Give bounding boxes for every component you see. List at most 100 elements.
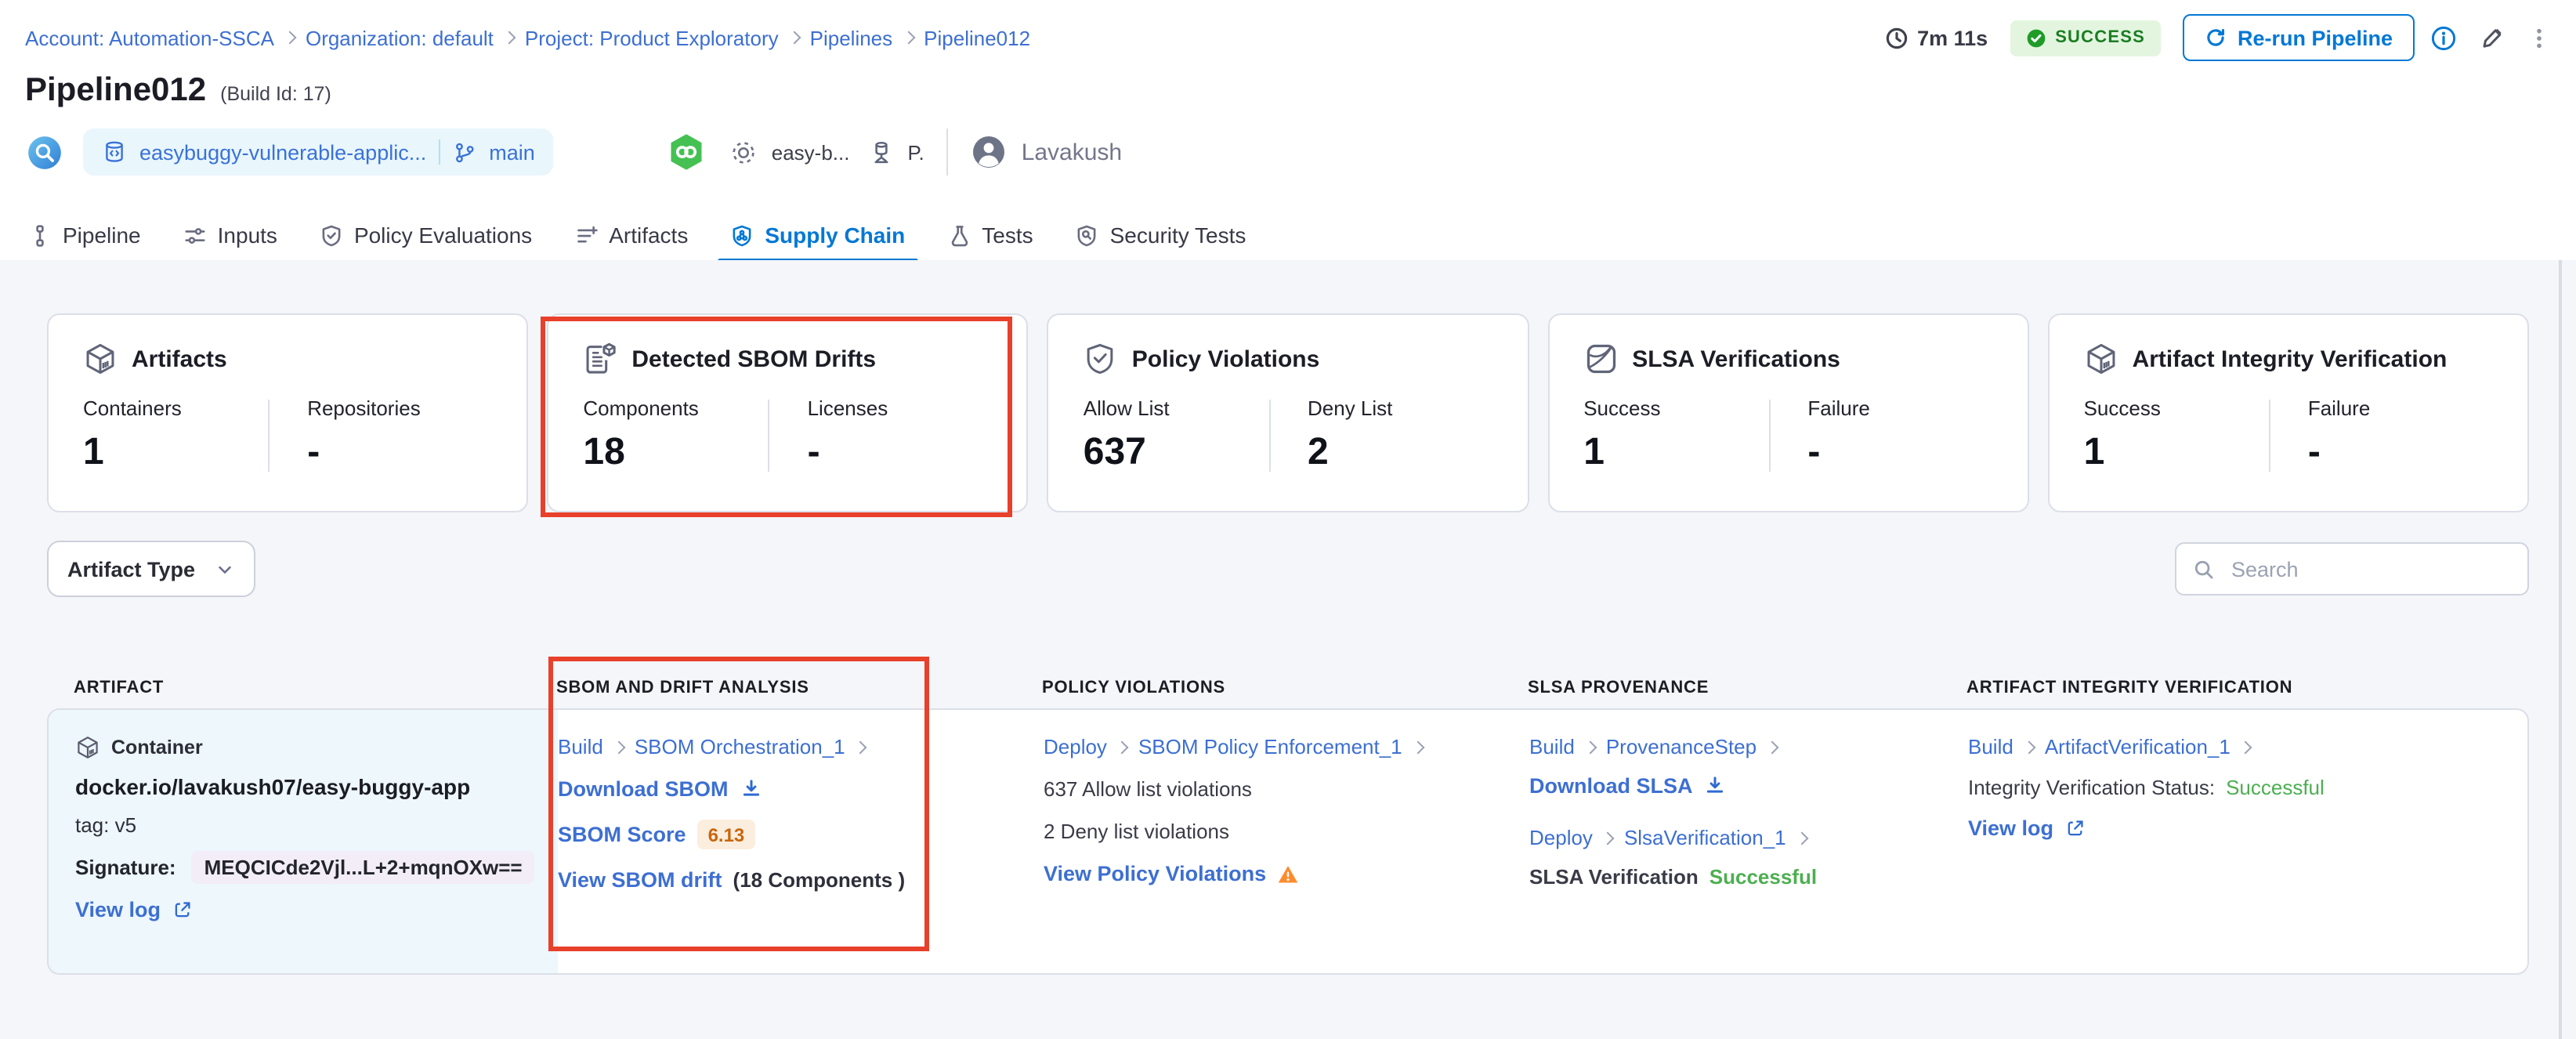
search-box [2175,542,2529,596]
stat-value: 2 [1308,431,1492,475]
server-icon [868,139,895,165]
chevron-right-icon [283,31,296,45]
card-detected-sbom-drifts: Detected SBOM Drifts Components18 Licens… [547,313,1028,512]
chevron-right-icon [1583,740,1597,754]
search-input[interactable] [2228,556,2512,582]
view-log-link[interactable]: View log [75,898,161,921]
drift-components-count: (18 Components ) [733,868,906,892]
download-icon[interactable] [740,777,763,801]
breadcrumb-pipeline012[interactable]: Pipeline012 [924,26,1030,49]
integrity-status-value: Successful [2226,776,2325,799]
status-badge: SUCCESS [2010,20,2161,56]
sbom-drift-cell: Build SBOM Orchestration_1 Download SBOM… [558,710,1044,973]
duration-text: 7m 11s [1917,26,1988,49]
chevron-down-icon [214,559,234,579]
column-header-integrity: ARTIFACT INTEGRITY VERIFICATION [1966,679,2529,697]
tab-bar: Pipeline Inputs Policy Evaluations Artif… [0,208,2576,263]
tab-supply-chain[interactable]: Supply Chain [730,208,905,262]
trigger-name[interactable]: easy-b... [772,140,850,164]
refresh-icon [2205,27,2227,49]
download-sbom-link[interactable]: Download SBOM [558,777,729,801]
signature-label: Signature: [75,856,176,879]
gear-icon [729,137,759,167]
shield-check-icon [1084,342,1118,376]
supply-chain-icon [730,223,754,247]
repo-name[interactable]: easybuggy-vulnerable-applic... [139,140,426,164]
step-link[interactable]: SBOM Orchestration_1 [635,735,845,758]
allow-list-violations: 637 Allow list violations [1044,777,1511,801]
trigger-user: P. [907,140,924,164]
artifact-name: docker.io/lavakush07/easy-buggy-app [75,774,539,799]
view-sbom-drift-link[interactable]: View SBOM drift [558,868,722,892]
download-icon[interactable] [1704,774,1728,798]
stat-value: - [1807,431,1992,475]
breadcrumb-project[interactable]: Project: Product Exploratory [525,26,779,49]
chevron-right-icon [1795,831,1808,845]
clock-icon [1884,26,1908,49]
flask-icon [947,223,971,247]
page-title: Pipeline012 [25,72,206,110]
card-artifact-integrity: Artifact Integrity Verification Success1… [2048,313,2529,512]
build-id: (Build Id: 17) [220,83,331,105]
view-log-link[interactable]: View log [1968,816,2053,840]
card-title: Artifact Integrity Verification [2133,346,2448,372]
edit-pencil-icon[interactable] [2479,24,2505,51]
download-slsa-link[interactable]: Download SLSA [1529,774,1693,798]
status-text: SUCCESS [2055,28,2145,47]
shield-search-icon [1076,223,1099,247]
sbom-score-link[interactable]: SBOM Score [558,823,686,846]
tab-security-tests[interactable]: Security Tests [1076,208,1246,262]
rerun-pipeline-button[interactable]: Re-run Pipeline [2183,14,2415,61]
container-icon [75,735,100,760]
user-name: Lavakush [1022,139,1122,165]
tab-artifacts[interactable]: Artifacts [574,208,688,262]
scrollbar-track[interactable] [2559,260,2561,1039]
supply-chain-page: Account: Automation-SSCA Organization: d… [0,0,2576,1039]
external-link-icon [172,900,192,920]
tab-pipeline[interactable]: Pipeline [28,208,141,262]
view-policy-violations-link[interactable]: View Policy Violations [1044,862,1266,885]
stage-link[interactable]: Deploy [1529,826,1593,849]
tab-tests[interactable]: Tests [947,208,1033,262]
artifact-type-chip: Container [111,737,203,758]
tab-policy-evaluations[interactable]: Policy Evaluations [320,208,532,262]
tab-inputs[interactable]: Inputs [183,208,277,262]
stat-value: 637 [1084,431,1268,475]
step-link[interactable]: SBOM Policy Enforcement_1 [1138,735,1402,758]
git-branch-icon [453,140,476,164]
step-link[interactable]: ProvenanceStep [1606,735,1757,758]
card-artifacts: Artifacts Containers1 Repositories- [47,313,528,512]
chevron-right-icon [2022,740,2035,754]
external-link-icon [2064,818,2085,838]
step-link[interactable]: ArtifactVerification_1 [2045,735,2230,758]
chevron-right-icon [1601,831,1615,845]
stat-value: - [808,431,993,475]
step-link[interactable]: SlsaVerification_1 [1624,826,1786,849]
stat-value: 1 [83,431,268,475]
stage-link[interactable]: Build [558,735,603,758]
breadcrumb-org[interactable]: Organization: default [306,26,494,49]
breadcrumb-account[interactable]: Account: Automation-SSCA [25,26,274,49]
pipeline-icon [28,223,52,247]
breadcrumb-pipelines[interactable]: Pipelines [810,26,893,49]
stage-link[interactable]: Deploy [1044,735,1107,758]
chevron-right-icon [612,740,625,754]
stat-value: 1 [2084,431,2269,475]
stage-link[interactable]: Build [1968,735,2013,758]
sbom-drift-icon [583,342,617,376]
supply-chain-content: Artifacts Containers1 Repositories- Dete… [0,260,2576,1039]
chevron-right-icon [787,31,801,45]
stage-link[interactable]: Build [1529,735,1575,758]
webhook-trigger-icon [667,132,707,172]
chevron-right-icon [502,31,516,45]
branch-name[interactable]: main [489,140,535,164]
repo-pill: easybuggy-vulnerable-applic... main [83,129,554,176]
stat-value: - [307,431,492,475]
column-header-policy: POLICY VIOLATIONS [1042,679,1528,697]
kebab-menu-icon[interactable] [2527,24,2551,51]
sbom-score-badge: 6.13 [697,820,756,849]
execution-duration: 7m 11s [1884,26,1988,49]
artifact-type-dropdown[interactable]: Artifact Type [47,541,255,597]
info-icon[interactable] [2430,24,2457,51]
card-title: SLSA Verifications [1632,346,1840,372]
